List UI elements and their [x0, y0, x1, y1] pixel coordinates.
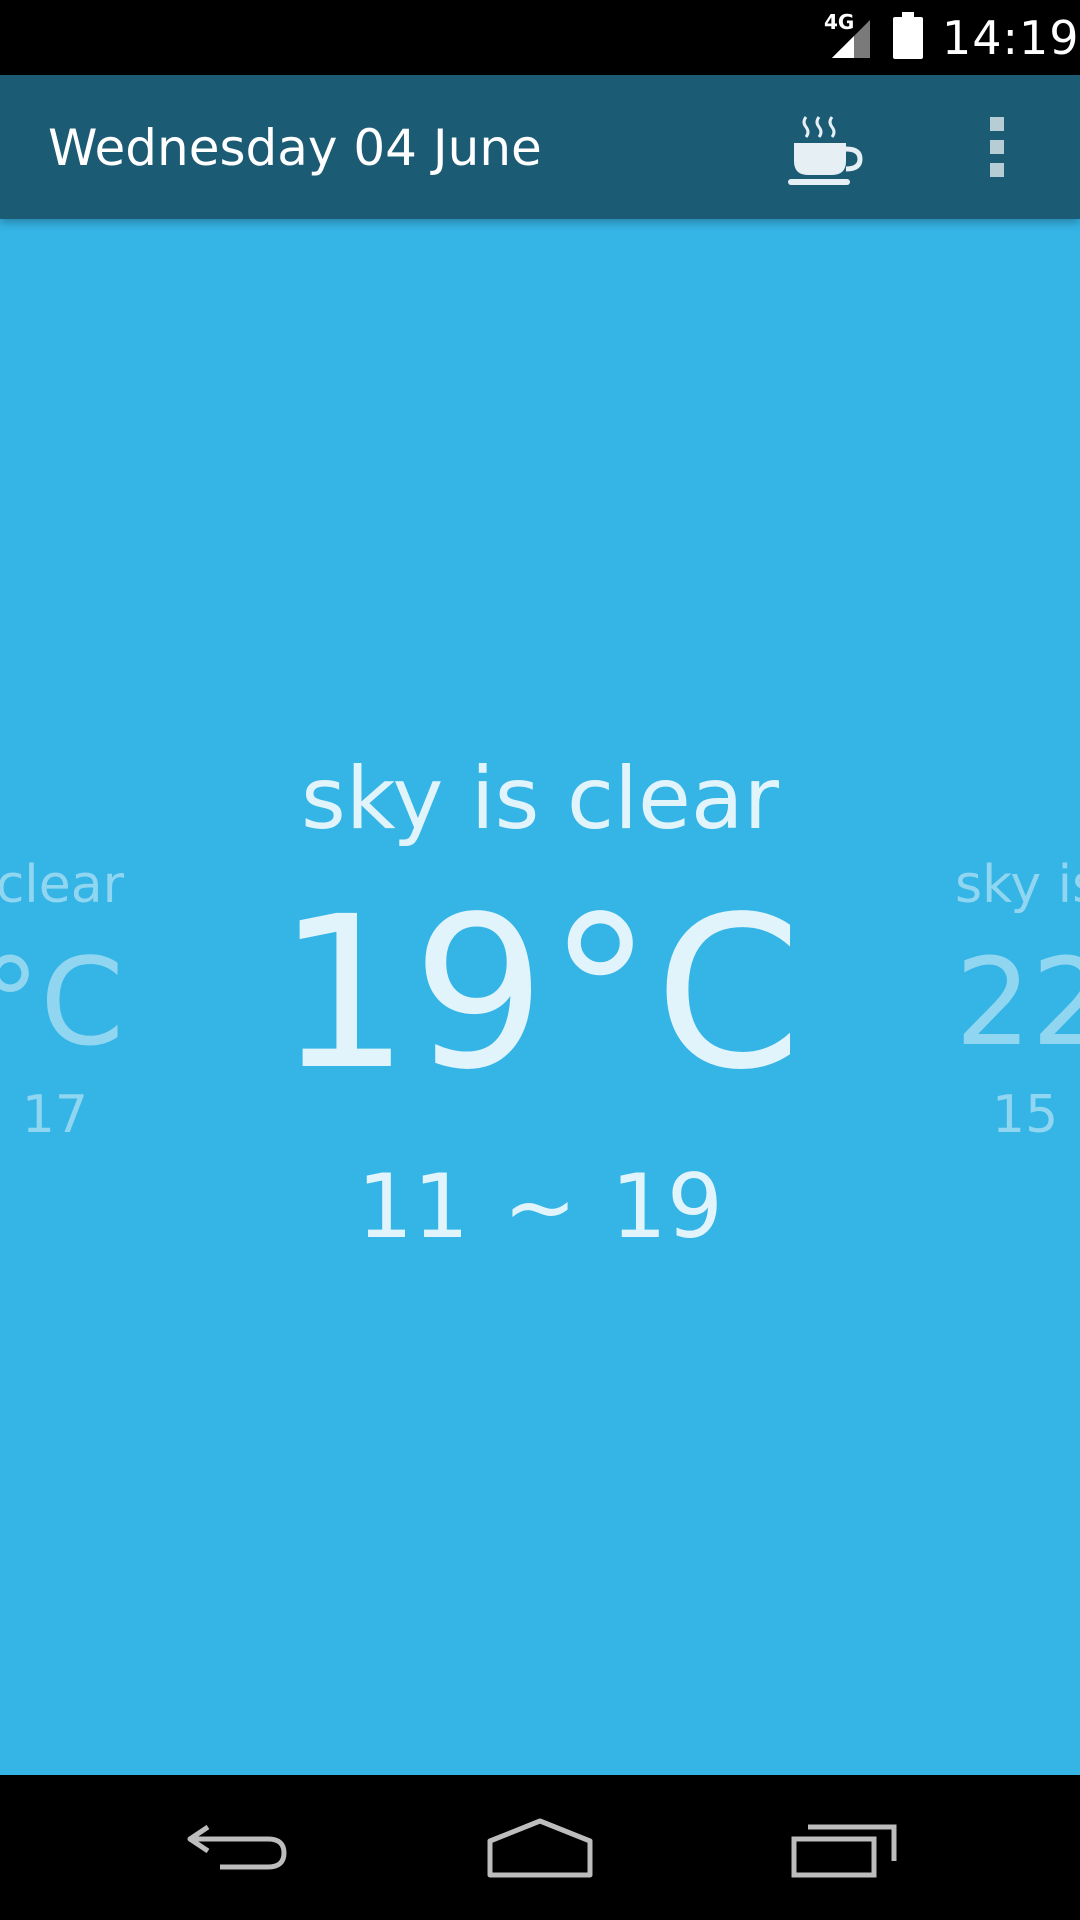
weather-temperature: 22	[955, 934, 1080, 1073]
page-title: Wednesday 04 June	[48, 119, 542, 177]
home-icon[interactable]	[480, 1805, 600, 1889]
status-bar: 4G 14:19	[0, 0, 1080, 75]
battery-icon	[892, 12, 924, 60]
coffee-cup-icon[interactable]	[786, 105, 870, 189]
signal-icon: 4G	[824, 12, 878, 60]
recents-icon[interactable]	[784, 1805, 904, 1889]
screen: 4G 14:19 Wednesday 04 June clear °C 17 s…	[0, 0, 1080, 1920]
weather-temperature-range: 15 ~	[992, 1085, 1080, 1145]
back-icon[interactable]	[180, 1805, 300, 1889]
weather-description: sky is	[955, 855, 1080, 915]
overflow-menu-icon[interactable]	[978, 111, 1014, 183]
weather-page-next[interactable]: sky is 22 15 ~	[0, 219, 1080, 1775]
status-clock: 14:19	[942, 11, 1080, 65]
action-bar: Wednesday 04 June	[0, 75, 1080, 219]
weather-pager[interactable]: clear °C ~ 17 sky is clear 19°C 11 ~ 19 …	[0, 219, 1080, 1775]
navigation-bar	[0, 1775, 1080, 1920]
